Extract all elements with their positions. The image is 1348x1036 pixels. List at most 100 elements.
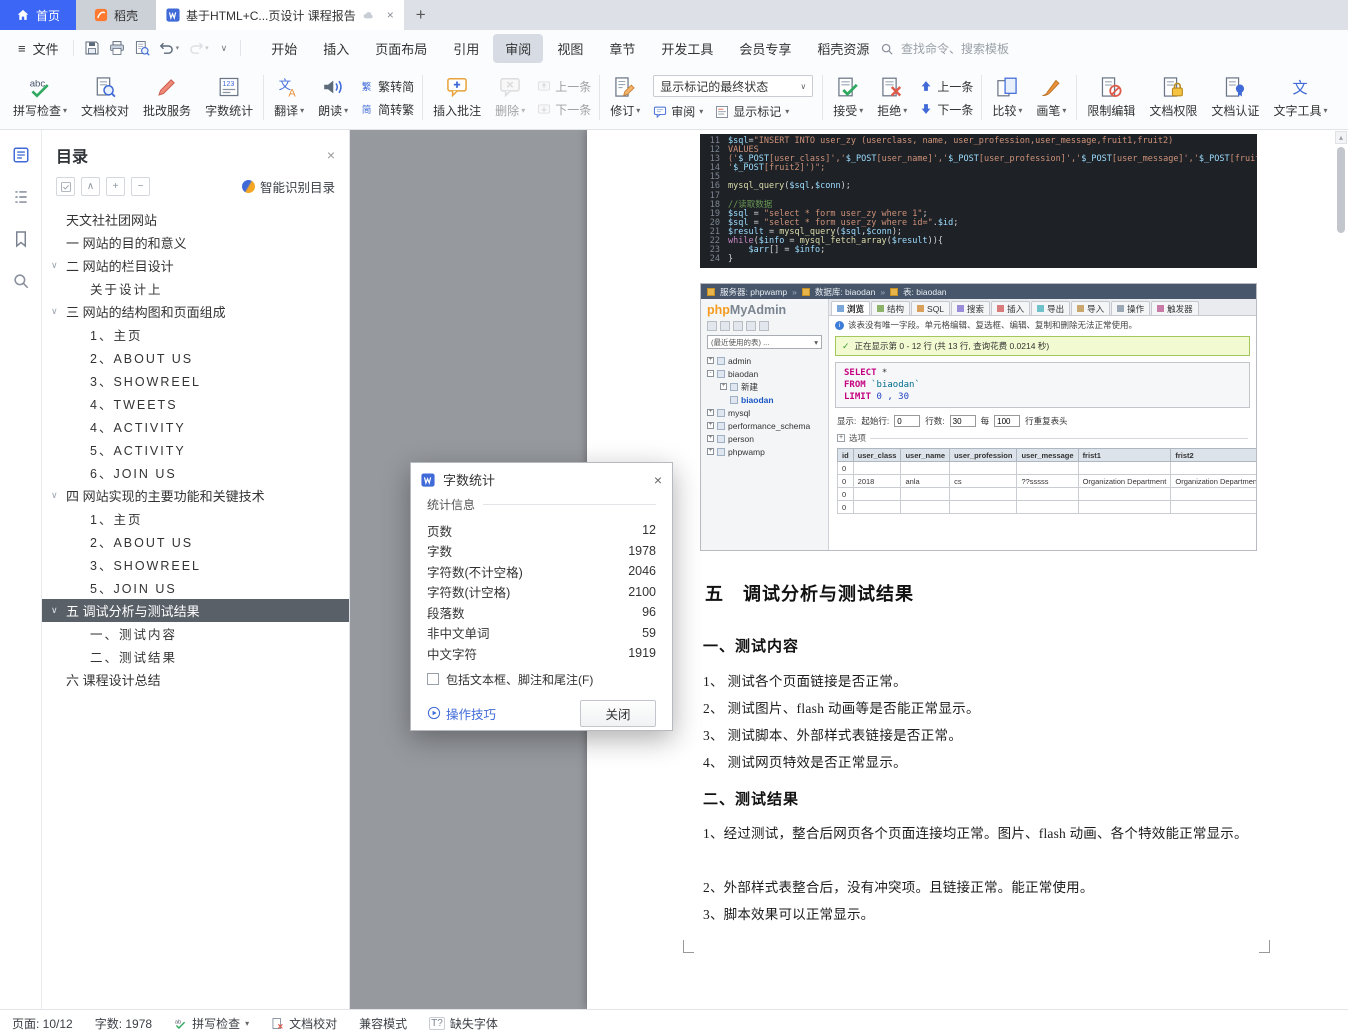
read-button[interactable]: 朗读 ▾: [311, 68, 355, 127]
compare-button[interactable]: 比较 ▾: [985, 68, 1029, 127]
bookmark-rail-button[interactable]: [12, 230, 30, 248]
wordcount-button[interactable]: 123 字数统计: [198, 68, 260, 127]
toc-item[interactable]: ∨ 三 网站的结构图和页面组成: [42, 300, 349, 323]
pma-tab[interactable]: 搜索: [951, 301, 991, 315]
translate-button[interactable]: 文 A 翻译 ▾: [267, 68, 311, 127]
toc-item[interactable]: 1、主页: [42, 323, 349, 346]
menu-tab[interactable]: 开始: [259, 34, 309, 63]
pma-tab[interactable]: 浏览: [831, 301, 871, 315]
pma-tab[interactable]: SQL: [911, 301, 951, 315]
tree-toggle-icon[interactable]: +: [707, 422, 714, 429]
dialog-close-icon[interactable]: ×: [654, 472, 662, 488]
row-count-input[interactable]: [949, 415, 976, 427]
toc-item[interactable]: 2、ABOUT US: [42, 346, 349, 369]
tree-toggle-icon[interactable]: +: [707, 448, 714, 455]
doc-cert-button[interactable]: 文档认证: [1204, 68, 1266, 127]
toc-item[interactable]: 4、TWEETS: [42, 392, 349, 415]
pma-nav-icon[interactable]: [746, 321, 756, 331]
collapse-all-button[interactable]: −: [131, 177, 150, 196]
toc-item[interactable]: 2、ABOUT US: [42, 530, 349, 553]
new-tab-button[interactable]: +: [404, 0, 438, 30]
doc-permission-button[interactable]: 文档权限: [1142, 68, 1204, 127]
toc-item[interactable]: 一 网站的目的和意义: [42, 231, 349, 254]
review-button[interactable]: 审阅 ▾: [653, 103, 703, 120]
pma-nav-icon[interactable]: [720, 321, 730, 331]
close-button[interactable]: 关闭: [580, 699, 656, 727]
file-menu-button[interactable]: ≡ 文件: [8, 30, 69, 66]
jianfan-button[interactable]: 简简转繁: [360, 101, 414, 118]
comment-delete-button[interactable]: 删除 ▾: [488, 68, 532, 127]
pma-tree-item[interactable]: + 新建: [707, 380, 822, 393]
pma-nav-icon[interactable]: [733, 321, 743, 331]
text-tool-button[interactable]: 文文字工具 ▾: [1266, 68, 1334, 127]
pma-breadcrumb-item[interactable]: 服务器: phpwamp: [720, 286, 787, 298]
pma-breadcrumb-item[interactable]: 数据库: biaodan: [815, 286, 875, 298]
pma-column-header[interactable]: user_name: [900, 448, 951, 462]
tree-toggle-icon[interactable]: +: [707, 357, 714, 364]
toc-item[interactable]: 6、JOIN US: [42, 461, 349, 484]
pma-tree-item[interactable]: biaodan: [707, 393, 822, 406]
pma-breadcrumb-item[interactable]: 表: biaodan: [903, 286, 946, 298]
prev-comment-button[interactable]: 上一条: [537, 78, 591, 95]
prev-change-button[interactable]: 上一条: [919, 78, 973, 95]
tips-link[interactable]: 操作技巧: [427, 704, 496, 723]
toc-item[interactable]: 5、JOIN US: [42, 576, 349, 599]
toc-item[interactable]: 一、测试内容: [42, 622, 349, 645]
menu-tab[interactable]: 页面布局: [363, 34, 439, 63]
search-button[interactable]: [12, 272, 30, 290]
toc-item[interactable]: 1、主页: [42, 507, 349, 530]
undo-button[interactable]: ▾: [159, 40, 179, 56]
toc-item[interactable]: 5、ACTIVITY: [42, 438, 349, 461]
menu-tab[interactable]: 开发工具: [649, 34, 725, 63]
close-tab-icon[interactable]: ×: [387, 8, 394, 22]
pma-options-toggle[interactable]: + 选项: [829, 430, 1256, 446]
next-comment-button[interactable]: 下一条: [537, 101, 591, 118]
docer-tab[interactable]: 稻壳: [76, 0, 157, 30]
menu-tab[interactable]: 审阅: [493, 33, 544, 63]
pma-table-select[interactable]: (最近使用的表) ... ▾: [707, 335, 822, 349]
compat-mode[interactable]: 兼容模式: [359, 1015, 407, 1032]
track-changes-button[interactable]: 修订 ▾: [603, 68, 647, 127]
toc-rail-button[interactable]: [12, 146, 30, 164]
toc-item[interactable]: 二、测试结果: [42, 645, 349, 668]
pma-tab[interactable]: 操作: [1111, 301, 1151, 315]
toc-item[interactable]: 3、SHOWREEL: [42, 369, 349, 392]
toc-item[interactable]: ∨ 二 网站的栏目设计: [42, 254, 349, 277]
toc-item[interactable]: 3、SHOWREEL: [42, 553, 349, 576]
pma-tab[interactable]: 结构: [871, 301, 911, 315]
show-marks-button[interactable]: 显示标记 ▾: [715, 103, 789, 120]
restrict-edit-button[interactable]: 限制编辑: [1080, 68, 1142, 127]
checkbox-icon[interactable]: [427, 673, 439, 685]
pma-nav-icon[interactable]: [707, 321, 717, 331]
vertical-scrollbar[interactable]: ▴: [1335, 131, 1347, 1008]
home-tab[interactable]: 首页: [0, 0, 77, 30]
proof-button[interactable]: 文档校对: [74, 68, 136, 127]
toc-item[interactable]: 4、ACTIVITY: [42, 415, 349, 438]
pma-tree-item[interactable]: + admin: [707, 354, 822, 367]
toc-item[interactable]: 关于设计上: [42, 277, 349, 300]
pma-tree-item[interactable]: + phpwamp: [707, 445, 822, 458]
menu-tab[interactable]: 章节: [597, 34, 647, 63]
expand-all-button[interactable]: +: [106, 177, 125, 196]
scroll-thumb[interactable]: [1337, 147, 1345, 233]
tree-toggle-icon[interactable]: +: [720, 383, 727, 390]
pma-column-header[interactable]: id: [837, 448, 854, 462]
spellcheck-status[interactable]: ab 拼写检查 ▾: [174, 1015, 249, 1032]
start-row-input[interactable]: [894, 415, 921, 427]
ink-pen-button[interactable]: 画笔 ▾: [1029, 68, 1073, 127]
collapse-headings-button[interactable]: ∧: [81, 177, 100, 196]
pma-tab[interactable]: 插入: [991, 301, 1031, 315]
tree-toggle-icon[interactable]: -: [707, 370, 714, 377]
tree-toggle-icon[interactable]: +: [707, 409, 714, 416]
pma-column-header[interactable]: frist2: [1170, 448, 1256, 462]
menu-tab[interactable]: 插入: [311, 34, 361, 63]
accept-button[interactable]: 接受 ▾: [826, 68, 870, 127]
print-preview-button[interactable]: [134, 40, 150, 56]
pma-column-header[interactable]: user_profession: [949, 448, 1018, 462]
pma-column-header[interactable]: user_class: [852, 448, 902, 462]
save-button[interactable]: [84, 40, 100, 56]
proofread-status[interactable]: 文档校对: [271, 1015, 337, 1032]
pma-tab[interactable]: 导出: [1031, 301, 1071, 315]
outline-rail-button[interactable]: [12, 188, 30, 206]
menu-tab[interactable]: 视图: [545, 34, 595, 63]
